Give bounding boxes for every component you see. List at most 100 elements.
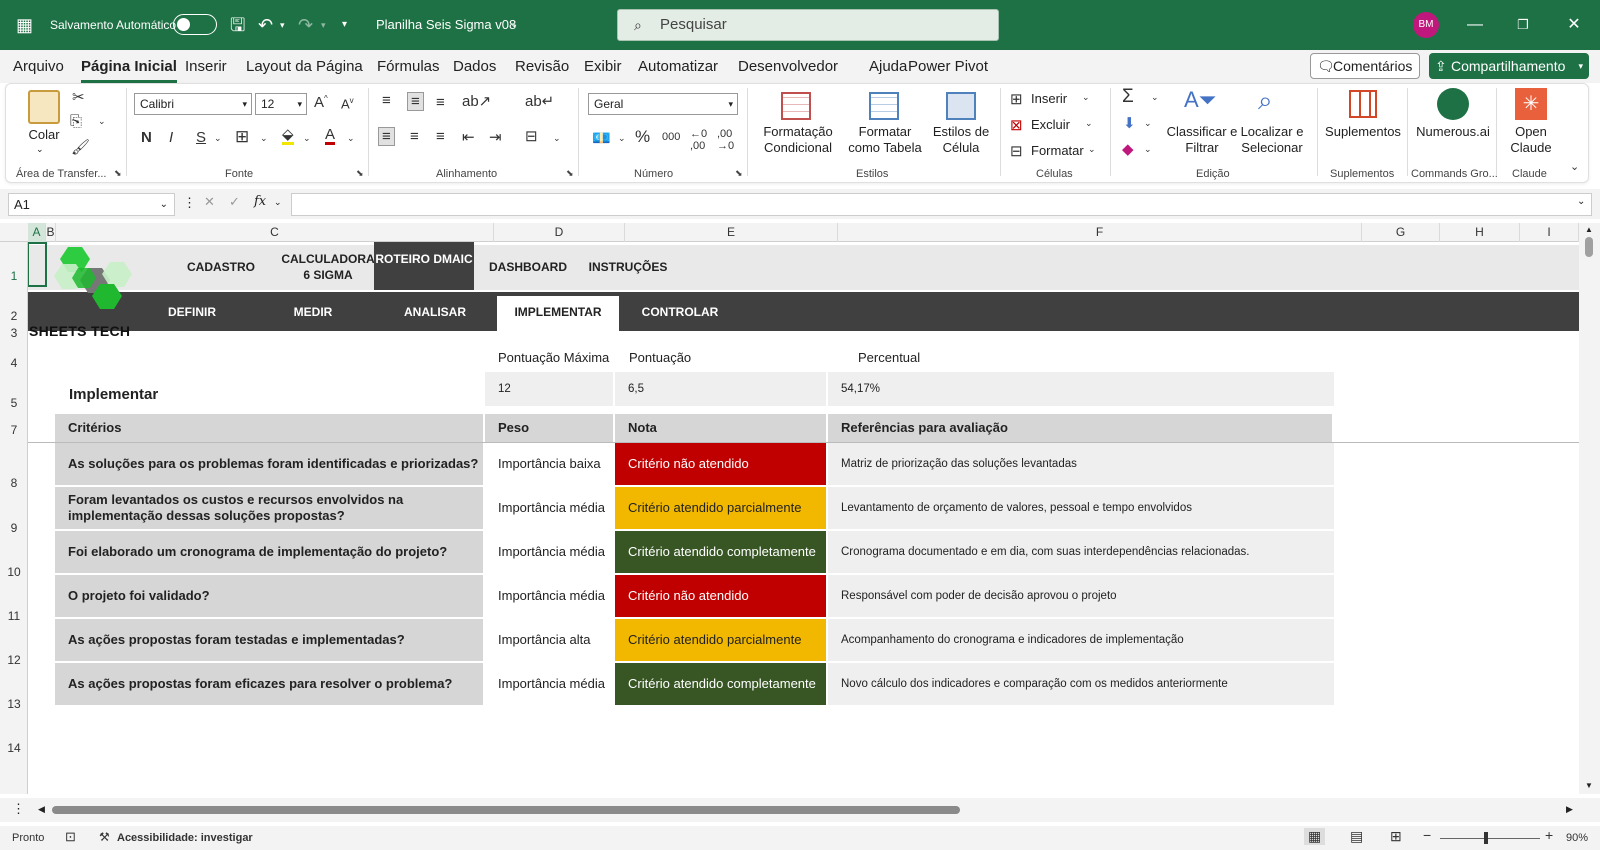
undo-dropdown-icon[interactable]: ▾ xyxy=(280,0,285,50)
bold-icon[interactable]: N xyxy=(141,129,152,146)
weight-cell[interactable]: Importância média xyxy=(485,575,613,617)
page-break-view-icon[interactable]: ⊞ xyxy=(1390,828,1402,845)
accessibility-status[interactable]: Acessibilidade: investigar xyxy=(117,832,253,844)
align-right-icon[interactable]: ≡ xyxy=(436,128,445,145)
currency-icon[interactable]: 💶 xyxy=(592,129,611,147)
avatar[interactable]: BM xyxy=(1413,12,1439,38)
increase-indent-icon[interactable]: ⇥ xyxy=(489,128,502,146)
function-dropdown-icon[interactable]: ⌄ xyxy=(274,197,282,208)
decrease-indent-icon[interactable]: ⇤ xyxy=(462,128,475,146)
menu-5[interactable]: Dados xyxy=(453,58,496,75)
thousands-icon[interactable]: 000 xyxy=(662,131,680,143)
number-launcher-icon[interactable]: ⬊ xyxy=(735,168,743,179)
column-header-i[interactable]: I xyxy=(1520,223,1579,242)
paste-icon[interactable] xyxy=(28,90,60,124)
cell-styles-label[interactable]: Estilos de Célula xyxy=(930,124,992,156)
doc-title[interactable]: Planilha Seis Sigma v08 xyxy=(376,0,516,50)
menu-11[interactable]: Power Pivot xyxy=(908,58,988,75)
decrease-font-icon[interactable]: Av xyxy=(341,96,354,111)
ribbon-collapse-icon[interactable]: ⌄ xyxy=(1570,160,1579,173)
sort-filter-icon[interactable]: A⏷ xyxy=(1184,87,1216,113)
weight-cell[interactable]: Importância média xyxy=(485,531,613,573)
insert-cells-icon[interactable]: ⊞ xyxy=(1010,90,1023,108)
row-header-9[interactable]: 9 xyxy=(0,521,28,539)
enter-formula-icon[interactable]: ✓ xyxy=(229,194,240,210)
nav-roteiro-dmaic[interactable]: ROTEIRO DMAIC xyxy=(374,251,474,267)
ref-cell[interactable]: Levantamento de orçamento de valores, pe… xyxy=(828,487,1334,529)
addins-icon[interactable] xyxy=(1349,90,1377,118)
sort-filter-label[interactable]: Classificar e Filtrar xyxy=(1166,124,1238,156)
addins-label[interactable]: Suplementos xyxy=(1323,124,1403,140)
row-header-13[interactable]: 13 xyxy=(0,697,28,715)
column-header-h[interactable]: H xyxy=(1440,223,1520,242)
ref-cell[interactable]: Matriz de priorização das soluções levan… xyxy=(828,443,1334,485)
column-header-a[interactable]: A xyxy=(28,223,46,242)
restore-icon[interactable]: ❐ xyxy=(1500,0,1546,50)
numerous-ai-label[interactable]: Numerous.ai xyxy=(1413,124,1493,140)
minimize-icon[interactable]: — xyxy=(1452,0,1498,50)
numerous-ai-icon[interactable] xyxy=(1437,88,1469,120)
row-header-7[interactable]: 7 xyxy=(0,423,28,441)
insert-function-icon[interactable]: fx xyxy=(254,194,266,209)
scroll-up-icon[interactable]: ▲ xyxy=(1585,225,1593,234)
column-header-e[interactable]: E xyxy=(625,223,838,242)
increase-font-icon[interactable]: A^ xyxy=(314,94,328,111)
ref-cell[interactable]: Novo cálculo dos indicadores e comparaçã… xyxy=(828,663,1334,705)
menu-1[interactable]: Página Inicial xyxy=(81,58,177,83)
borders-icon[interactable]: ⊞ xyxy=(235,127,249,147)
active-cell[interactable] xyxy=(28,242,47,287)
insert-cells-label[interactable]: Inserir xyxy=(1031,91,1067,107)
menu-6[interactable]: Revisão xyxy=(515,58,569,75)
criterion-cell[interactable]: As soluções para os problemas foram iden… xyxy=(55,443,483,485)
grade-cell[interactable]: Critério não atendido xyxy=(615,575,826,617)
dmaic-medir[interactable]: MEDIR xyxy=(261,304,365,320)
align-center-icon[interactable]: ≡ xyxy=(410,128,419,145)
row-header-1[interactable]: 1 xyxy=(0,269,28,287)
expand-formula-icon[interactable]: ⌄ xyxy=(1577,196,1585,207)
row-header-11[interactable]: 11 xyxy=(0,609,28,627)
redo-icon[interactable]: ↷ xyxy=(298,0,313,50)
claude-icon[interactable]: ✳ xyxy=(1515,88,1547,120)
column-header-c[interactable]: C xyxy=(56,223,494,242)
wrap-text-icon[interactable]: ab↵ xyxy=(525,92,554,110)
cancel-formula-icon[interactable]: ✕ xyxy=(204,194,215,210)
redo-dropdown-icon[interactable]: ▾ xyxy=(321,0,326,50)
format-dropdown-icon[interactable]: ⌄ xyxy=(1088,144,1096,155)
autosum-dropdown-icon[interactable]: ⌄ xyxy=(1151,92,1159,103)
ref-cell[interactable]: Responsável com poder de decisão aprovou… xyxy=(828,575,1334,617)
nav-cadastro[interactable]: CADASTRO xyxy=(176,259,266,275)
align-bottom-icon[interactable]: ≡ xyxy=(436,94,445,111)
underline-icon[interactable]: S xyxy=(196,129,206,146)
normal-view-icon[interactable]: ▦ xyxy=(1304,828,1326,845)
row-header-2[interactable]: 2 xyxy=(0,309,28,327)
column-header-g[interactable]: G xyxy=(1362,223,1440,242)
cell-styles-icon[interactable] xyxy=(946,92,976,120)
format-as-table-label[interactable]: Formatar como Tabela xyxy=(841,124,929,156)
menu-4[interactable]: Fórmulas xyxy=(377,58,440,75)
criterion-cell[interactable]: As ações propostas foram eficazes para r… xyxy=(55,663,483,705)
more-options-icon[interactable]: ⋮ xyxy=(183,195,196,211)
format-painter-icon[interactable]: 🖌 xyxy=(71,138,90,156)
menu-10[interactable]: Ajuda xyxy=(869,58,907,75)
menu-3[interactable]: Layout da Página xyxy=(246,58,363,75)
insert-dropdown-icon[interactable]: ⌄ xyxy=(1082,92,1090,103)
percent-value[interactable]: 54,17% xyxy=(828,372,1334,406)
zoom-out-icon[interactable]: − xyxy=(1423,827,1431,843)
fill-color-dropdown-icon[interactable]: ⌄ xyxy=(303,133,311,144)
find-select-icon[interactable]: ⌕ xyxy=(1258,85,1273,117)
align-middle-icon[interactable]: ≡ xyxy=(407,92,424,111)
clear-dropdown-icon[interactable]: ⌄ xyxy=(1144,144,1152,155)
orientation-icon[interactable]: ab↗ xyxy=(462,92,491,110)
criterion-cell[interactable]: As ações propostas foram testadas e impl… xyxy=(55,619,483,661)
scroll-right-icon[interactable]: ▶ xyxy=(1566,804,1573,815)
dmaic-definir[interactable]: DEFINIR xyxy=(140,304,244,320)
conditional-format-label[interactable]: Formatação Condicional xyxy=(757,124,839,156)
weight-cell[interactable]: Importância média xyxy=(485,487,613,529)
font-name-select[interactable]: Calibri ▾ xyxy=(134,93,252,115)
font-launcher-icon[interactable]: ⬊ xyxy=(356,168,364,179)
increase-decimal-icon[interactable]: ←0,00 xyxy=(690,128,707,152)
horizontal-scroll-thumb[interactable] xyxy=(52,806,960,814)
dmaic-controlar[interactable]: CONTROLAR xyxy=(628,304,732,320)
merge-dropdown-icon[interactable]: ⌄ xyxy=(553,133,561,144)
zoom-in-icon[interactable]: + xyxy=(1545,827,1553,843)
